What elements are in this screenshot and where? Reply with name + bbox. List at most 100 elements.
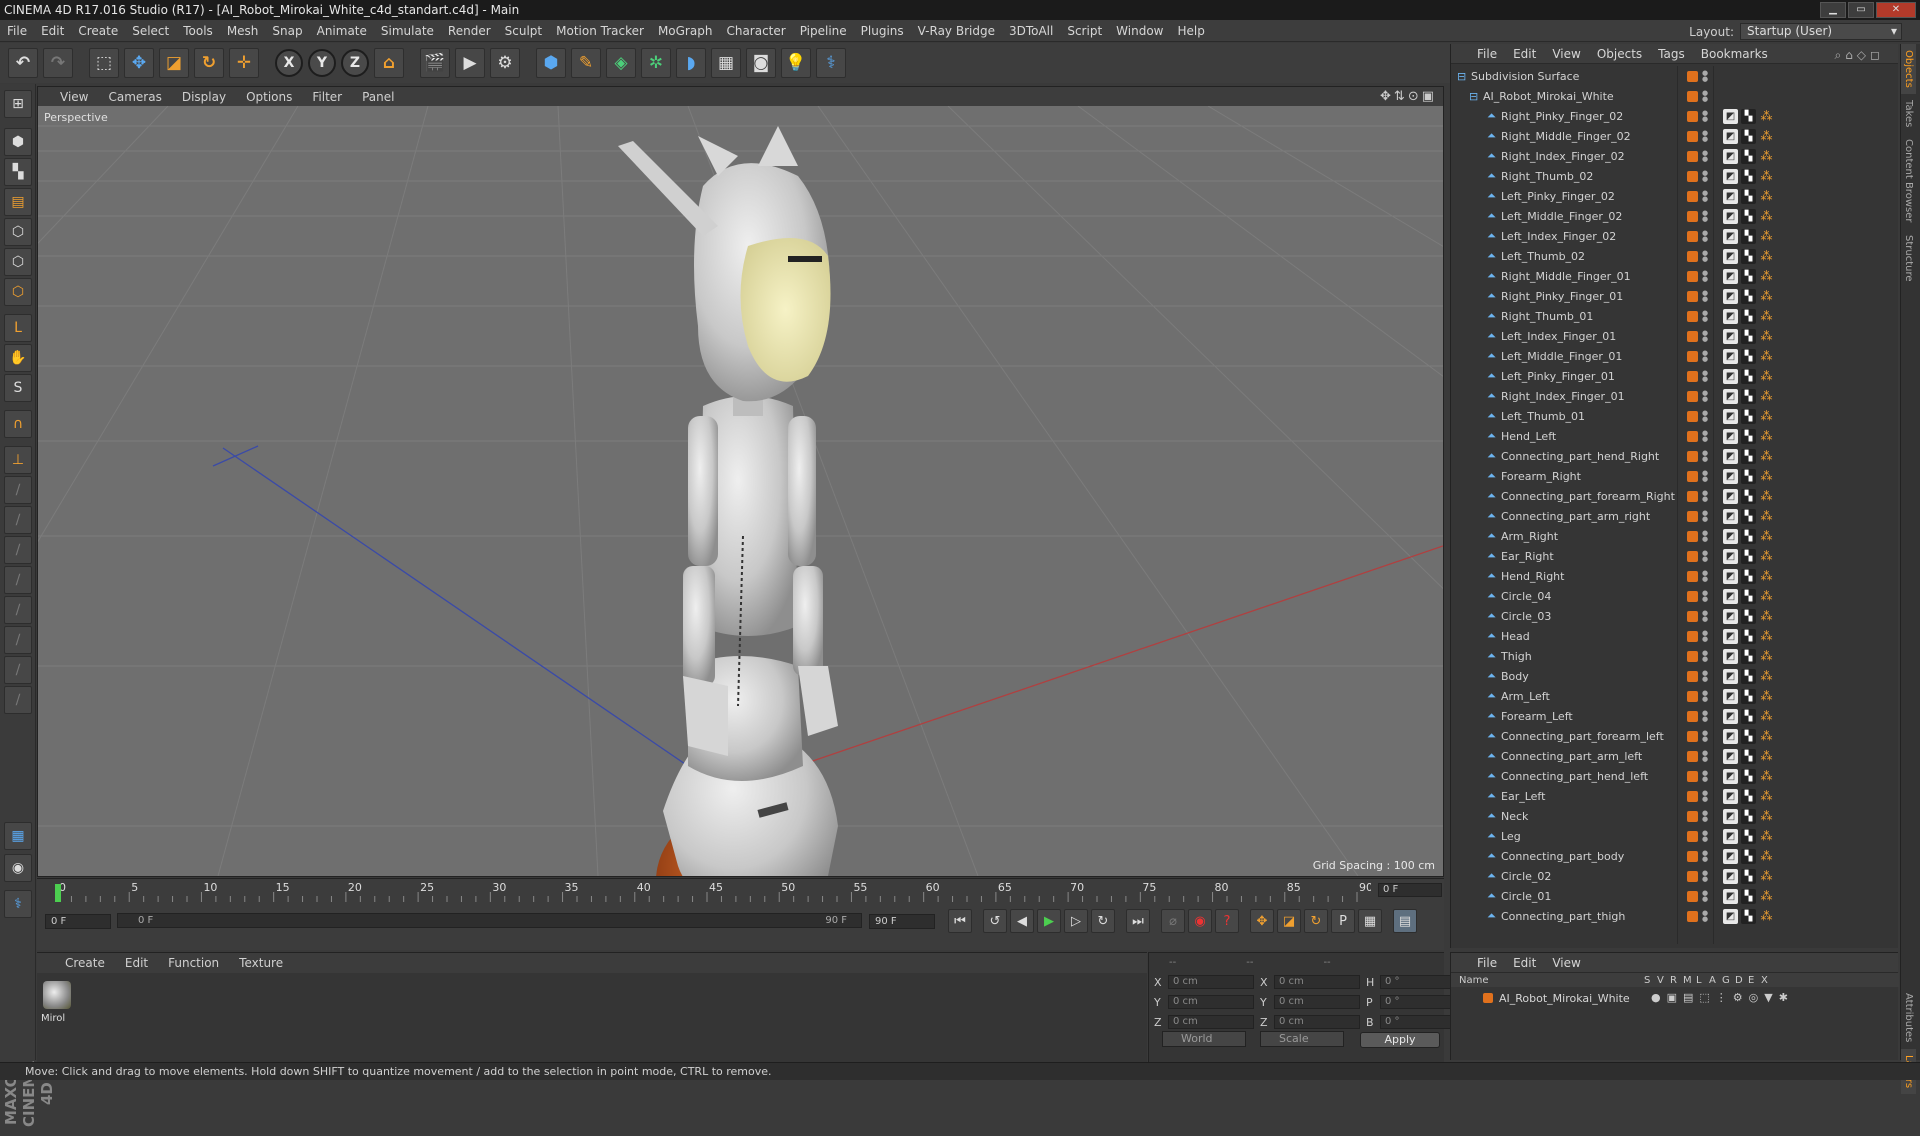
visibility-toggle-icon[interactable]: ● ● [1702, 569, 1708, 583]
object-row[interactable]: ⏶ Circle_01 ● ● ◩ ▚ ⁂ [1451, 886, 1881, 906]
y-axis-lock-icon[interactable]: Y [308, 49, 336, 77]
menu-edit[interactable]: Edit [34, 20, 71, 42]
material-tag-icon[interactable]: ⁂ [1759, 649, 1774, 664]
layer-color-swatch[interactable] [1687, 430, 1698, 442]
sculpt-pinch-icon[interactable]: ∕ [4, 656, 32, 684]
visibility-toggle-icon[interactable]: ● ● [1702, 129, 1708, 143]
texture-tag-icon[interactable]: ◩ [1723, 228, 1738, 244]
coordinate-value-field[interactable]: 0 cm [1168, 995, 1254, 1009]
material-tag-icon[interactable]: ⁂ [1759, 709, 1774, 724]
texture-tag-icon[interactable]: ◩ [1723, 588, 1738, 604]
texture-tag-icon[interactable]: ◩ [1723, 528, 1738, 544]
visibility-toggle-icon[interactable]: ● ● [1702, 189, 1708, 203]
layer-color-swatch[interactable] [1687, 110, 1698, 122]
material-tag-icon[interactable]: ⁂ [1759, 569, 1774, 584]
checker-tag-icon[interactable]: ▚ [1741, 248, 1756, 264]
material-tag-icon[interactable]: ⁂ [1759, 189, 1774, 204]
menu-plugins[interactable]: Plugins [854, 20, 911, 42]
texture-tag-icon[interactable]: ◩ [1723, 388, 1738, 404]
checker-tag-icon[interactable]: ▚ [1741, 388, 1756, 404]
material-tag-icon[interactable]: ⁂ [1759, 909, 1774, 924]
checker-tag-icon[interactable]: ▚ [1741, 168, 1756, 184]
previous-frame-icon[interactable]: ◀ [1010, 909, 1034, 933]
object-row-root[interactable]: ⊟ Subdivision Surface ● ● [1451, 66, 1881, 86]
edit-render-settings-icon[interactable]: ⚙ [490, 48, 520, 78]
checker-tag-icon[interactable]: ▚ [1741, 588, 1756, 604]
menu-snap[interactable]: Snap [265, 20, 309, 42]
side-tab-objects[interactable]: Objects [1901, 44, 1916, 94]
visibility-toggle-icon[interactable]: ● ● [1702, 869, 1708, 883]
viewport-menu-filter[interactable]: Filter [302, 90, 352, 104]
checker-tag-icon[interactable]: ▚ [1741, 268, 1756, 284]
menu-create[interactable]: Create [71, 20, 125, 42]
material-tag-icon[interactable]: ⁂ [1759, 169, 1774, 184]
layer-color-swatch[interactable] [1687, 190, 1698, 202]
scale-tool-icon[interactable]: ◪ [159, 48, 189, 78]
object-row[interactable]: ⏶ Connecting_part_hend_Right ● ● ◩ ▚ ⁂ [1451, 446, 1881, 466]
checker-tag-icon[interactable]: ▚ [1741, 908, 1756, 924]
checker-tag-icon[interactable]: ▚ [1741, 348, 1756, 364]
checker-icon[interactable]: ▦ [4, 822, 32, 850]
object-row[interactable]: ⏶ Leg ● ● ◩ ▚ ⁂ [1451, 826, 1881, 846]
checker-tag-icon[interactable]: ▚ [1741, 408, 1756, 424]
texture-tag-icon[interactable]: ◩ [1723, 148, 1738, 164]
checker-tag-icon[interactable]: ▚ [1741, 368, 1756, 384]
object-row[interactable]: ⏶ Arm_Right ● ● ◩ ▚ ⁂ [1451, 526, 1881, 546]
layer-color-swatch[interactable] [1687, 590, 1698, 602]
material-tag-icon[interactable]: ⁂ [1759, 809, 1774, 824]
material-tag-icon[interactable]: ⁂ [1759, 309, 1774, 324]
layer-color-swatch[interactable] [1687, 570, 1698, 582]
material-tag-icon[interactable]: ⁂ [1759, 629, 1774, 644]
material-menu-create[interactable]: Create [55, 956, 115, 970]
object-row[interactable]: ⏶ Right_Index_Finger_01 ● ● ◩ ▚ ⁂ [1451, 386, 1881, 406]
record-keys-icon[interactable]: ⌀ [1161, 909, 1185, 933]
redo-icon[interactable]: ↷ [43, 48, 73, 78]
texture-tag-icon[interactable]: ◩ [1723, 428, 1738, 444]
menu-v-ray-bridge[interactable]: V-Ray Bridge [911, 20, 1002, 42]
menu-sculpt[interactable]: Sculpt [498, 20, 549, 42]
object-row[interactable]: ⏶ Body ● ● ◩ ▚ ⁂ [1451, 666, 1881, 686]
visibility-toggle-icon[interactable]: ● ● [1702, 649, 1708, 663]
texture-tag-icon[interactable]: ◩ [1723, 668, 1738, 684]
sculpt-smooth-icon[interactable]: ∕ [4, 536, 32, 564]
material-tag-icon[interactable]: ⁂ [1759, 209, 1774, 224]
material-tag-icon[interactable]: ⁂ [1759, 349, 1774, 364]
quantize-icon[interactable]: ⊥ [4, 446, 32, 474]
cube-primitive-icon[interactable]: ⬢ [536, 48, 566, 78]
layer-color-swatch[interactable] [1687, 890, 1698, 902]
object-row[interactable]: ⏶ Head ● ● ◩ ▚ ⁂ [1451, 626, 1881, 646]
checker-tag-icon[interactable]: ▚ [1741, 648, 1756, 664]
object-row[interactable]: ⏶ Forearm_Right ● ● ◩ ▚ ⁂ [1451, 466, 1881, 486]
material-tag-icon[interactable]: ⁂ [1759, 409, 1774, 424]
texture-tag-icon[interactable]: ◩ [1723, 268, 1738, 284]
object-row[interactable]: ⏶ Left_Pinky_Finger_01 ● ● ◩ ▚ ⁂ [1451, 366, 1881, 386]
texture-tag-icon[interactable]: ◩ [1723, 748, 1738, 764]
floor-icon[interactable]: ▦ [711, 48, 741, 78]
material-tag-icon[interactable]: ⁂ [1759, 669, 1774, 684]
visibility-toggle-icon[interactable]: ● ● [1702, 109, 1708, 123]
texture-tag-icon[interactable]: ◩ [1723, 688, 1738, 704]
object-row[interactable]: ⏶ Circle_02 ● ● ◩ ▚ ⁂ [1451, 866, 1881, 886]
material-tag-icon[interactable]: ⁂ [1759, 149, 1774, 164]
visibility-toggle-icon[interactable]: ● ● [1702, 229, 1708, 243]
object-row[interactable]: ⏶ Right_Thumb_02 ● ● ◩ ▚ ⁂ [1451, 166, 1881, 186]
material-tag-icon[interactable]: ⁂ [1759, 689, 1774, 704]
viewport-menu-view[interactable]: View [50, 90, 98, 104]
visibility-toggle-icon[interactable]: ● ● [1702, 689, 1708, 703]
checker-tag-icon[interactable]: ▚ [1741, 668, 1756, 684]
checker-tag-icon[interactable]: ▚ [1741, 148, 1756, 164]
object-row[interactable]: ⏶ Hend_Left ● ● ◩ ▚ ⁂ [1451, 426, 1881, 446]
checker-tag-icon[interactable]: ▚ [1741, 468, 1756, 484]
material-tag-icon[interactable]: ⁂ [1759, 789, 1774, 804]
object-row[interactable]: ⏶ Right_Pinky_Finger_02 ● ● ◩ ▚ ⁂ [1451, 106, 1881, 126]
material-tag-icon[interactable]: ⁂ [1759, 729, 1774, 744]
material-menu-texture[interactable]: Texture [229, 956, 293, 970]
material-thumbnail[interactable] [43, 981, 71, 1009]
object-row[interactable]: ⏶ Connecting_part_thigh ● ● ◩ ▚ ⁂ [1451, 906, 1881, 926]
playhead[interactable] [55, 884, 61, 902]
visibility-toggle-icon[interactable]: ● ● [1702, 149, 1708, 163]
move-tool-icon[interactable]: ✥ [124, 48, 154, 78]
object-menu-view[interactable]: View [1544, 47, 1588, 61]
camera-icon[interactable]: ◙ [746, 48, 776, 78]
go-to-end-icon[interactable]: ⏭ [1126, 909, 1150, 933]
